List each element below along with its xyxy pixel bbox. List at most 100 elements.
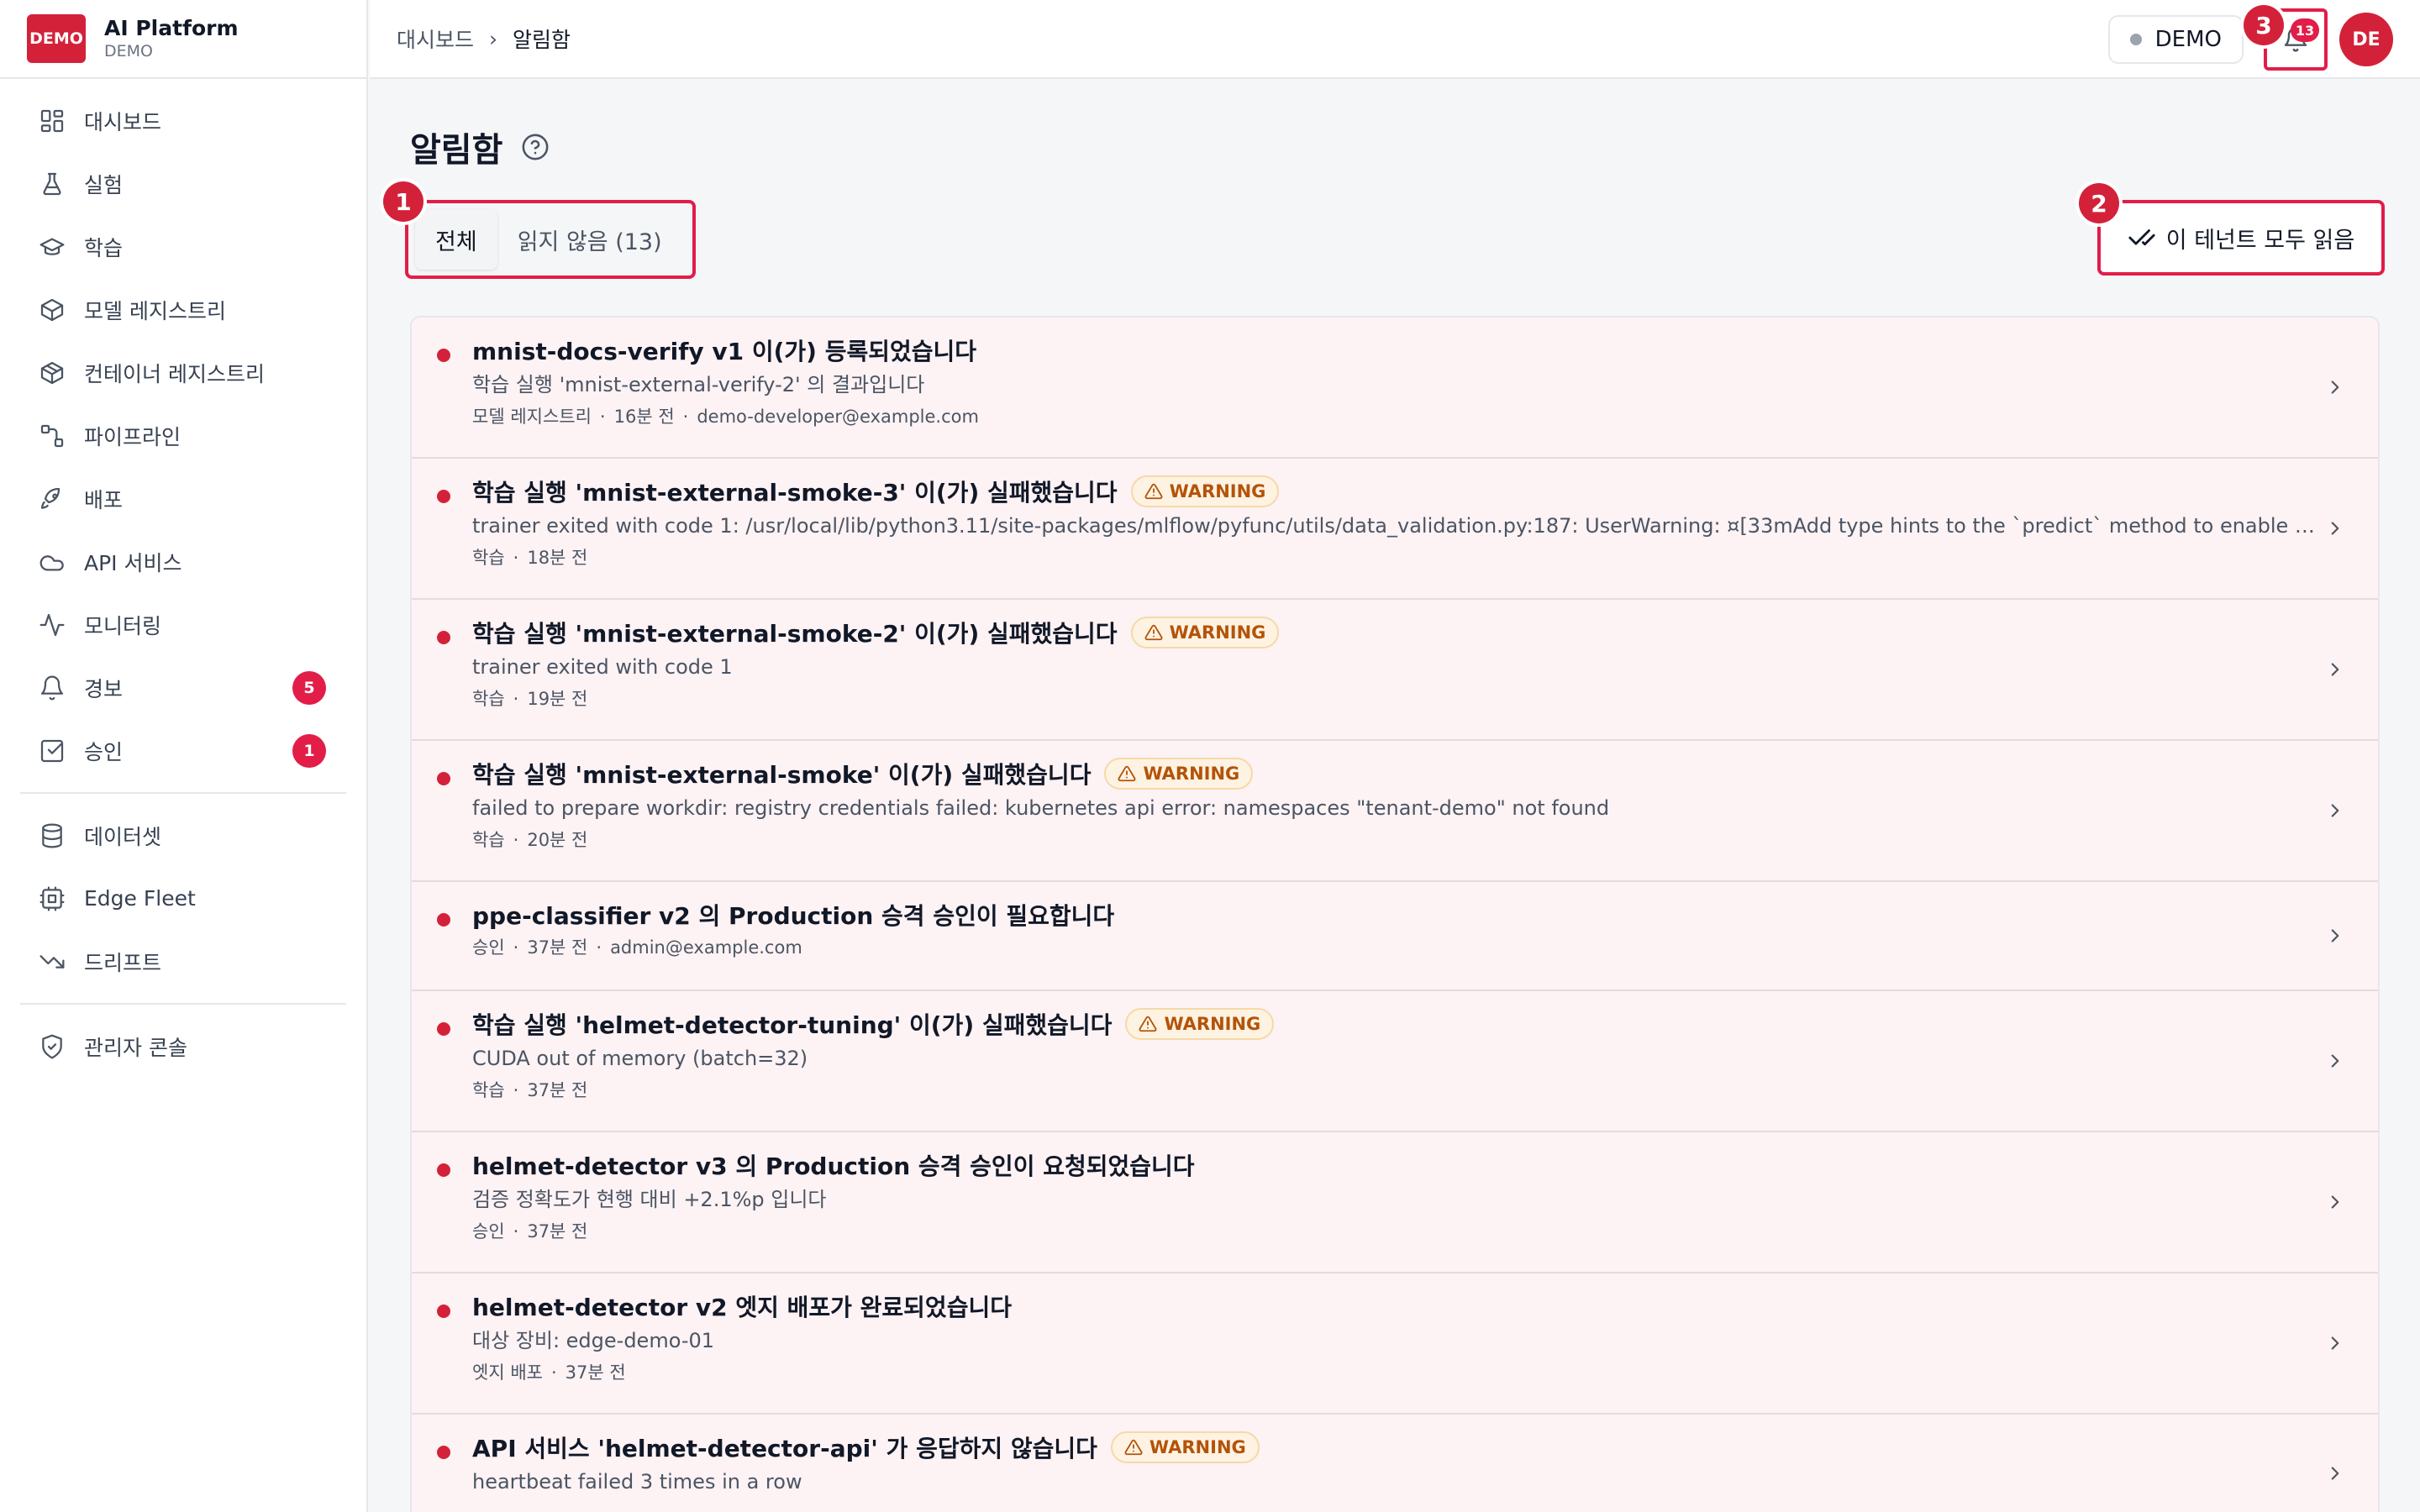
chevron-right-icon[interactable]: [2324, 1332, 2346, 1354]
sidebar-item-label: 학습: [84, 235, 124, 260]
notification-description: 검증 정확도가 현행 대비 +2.1%p 입니다: [472, 1188, 827, 1211]
sidebar-item-label: 드리프트: [84, 950, 162, 975]
chevron-right-icon[interactable]: [2324, 1462, 2346, 1484]
dashboard-icon: [39, 108, 66, 134]
notification-title-line: helmet-detector v3 의 Production 승격 승인이 요…: [472, 1147, 2317, 1183]
sidebar-item-label: 배포: [84, 487, 124, 512]
sidebar-item-trending-down[interactable]: 드리프트: [20, 930, 346, 993]
notification-title: 학습 실행 'mnist-external-smoke-3' 이(가) 실패했습…: [472, 479, 1118, 507]
sidebar-item-dashboard[interactable]: 대시보드: [20, 89, 346, 152]
sidebar-item-pipeline[interactable]: 파이프라인: [20, 404, 346, 467]
sidebar-item-boxes[interactable]: 컨테이너 레지스트리: [20, 341, 346, 404]
sidebar: DEMO AI Platform DEMO 대시보드실험학습모델 레지스트리 컨테…: [0, 0, 368, 1512]
page-header: 알림함: [410, 123, 550, 171]
notification-list: mnist-docs-verify v1 이(가) 등록되었습니다학습 실행 '…: [410, 316, 2380, 1512]
notification-meta: 승인 · 37분 전: [472, 1216, 2317, 1247]
notification-item[interactable]: helmet-detector v3 의 Production 승격 승인이 요…: [412, 1132, 2378, 1273]
breadcrumb-separator: ›: [489, 26, 498, 51]
sidebar-item-bell[interactable]: 경보 5: [20, 656, 346, 719]
unread-dot: [437, 1163, 450, 1177]
double-check-icon: [2128, 229, 2155, 246]
pipeline-icon: [39, 423, 66, 449]
notification-title: 학습 실행 'helmet-detector-tuning' 이(가) 실패했습…: [472, 1011, 1113, 1039]
graduation-cap-icon: [39, 234, 66, 260]
sidebar-item-edge-device[interactable]: Edge Fleet: [20, 867, 346, 930]
notification-title-line: 학습 실행 'mnist-external-smoke-3' 이(가) 실패했습…: [472, 474, 2317, 509]
sidebar-item-cloud[interactable]: API 서비스: [20, 530, 346, 593]
unread-dot: [437, 913, 450, 927]
chevron-right-icon[interactable]: [2324, 1191, 2346, 1213]
notification-title-line: mnist-docs-verify v1 이(가) 등록되었습니다: [472, 333, 2317, 368]
annotation-marker-1: 1: [383, 181, 424, 222]
warning-badge-label: WARNING: [1149, 1437, 1246, 1457]
notification-item[interactable]: helmet-detector v2 엣지 배포가 완료되었습니다 대상 장비: …: [412, 1273, 2378, 1415]
topbar: 대시보드 › 알림함 DEMO 13 DE: [370, 0, 2420, 79]
sidebar-item-label: 데이터셋: [84, 824, 162, 849]
meta-field: 37분 전: [527, 937, 588, 958]
warning-icon: [1139, 1015, 1164, 1033]
brand-logo: DEMO: [27, 14, 86, 63]
mark-all-read-button[interactable]: 이 테넌트 모두 읽음: [2097, 200, 2385, 276]
boxes-icon: [39, 360, 66, 386]
sidebar-item-label: Edge Fleet: [84, 886, 196, 911]
sidebar-item-graduation-cap[interactable]: 학습: [20, 215, 346, 278]
sidebar-item-activity[interactable]: 모니터링: [20, 593, 346, 656]
warning-badge: WARNING: [1125, 1008, 1275, 1040]
notification-title-line: 학습 실행 'helmet-detector-tuning' 이(가) 실패했습…: [472, 1006, 2317, 1042]
sidebar-item-shield[interactable]: 관리자 콘솔: [20, 1015, 346, 1078]
notification-description: trainer exited with code 1: /usr/local/l…: [472, 514, 2317, 538]
check-square-icon: [39, 738, 66, 764]
annotation-marker-2: 2: [2079, 183, 2119, 223]
sidebar-item-check-square[interactable]: 승인 1: [20, 719, 346, 782]
notification-title: API 서비스 'helmet-detector-api' 가 응답하지 않습니…: [472, 1435, 1097, 1462]
nav-section: 대시보드실험학습모델 레지스트리 컨테이너 레지스트리 파이프라인배포 API 서비스…: [20, 79, 346, 792]
edge-device-icon: [39, 885, 66, 912]
warning-badge: WARNING: [1130, 475, 1280, 507]
help-icon[interactable]: [521, 133, 550, 161]
sidebar-item-rocket[interactable]: 배포: [20, 467, 346, 530]
tab-all[interactable]: 전체: [415, 209, 497, 270]
notification-item[interactable]: 학습 실행 'helmet-detector-tuning' 이(가) 실패했습…: [412, 991, 2378, 1132]
filter-tabs: 전체 읽지 않음 (13): [405, 200, 696, 279]
activity-icon: [39, 612, 66, 638]
sidebar-item-cube[interactable]: 모델 레지스트리: [20, 278, 346, 341]
chevron-right-icon[interactable]: [2324, 517, 2346, 539]
warning-badge-label: WARNING: [1169, 622, 1266, 643]
meta-separator: ·: [513, 830, 519, 850]
brand-sub: DEMO: [104, 42, 153, 60]
notification-item[interactable]: 학습 실행 'mnist-external-smoke' 이(가) 실패했습니다…: [412, 741, 2378, 882]
notification-item[interactable]: API 서비스 'helmet-detector-api' 가 응답하지 않습니…: [412, 1415, 2378, 1512]
sidebar-item-label: 실험: [84, 172, 124, 197]
warning-badge: WARNING: [1104, 758, 1254, 790]
notification-count-badge: 13: [2291, 18, 2319, 42]
notification-title: ppe-classifier v2 의 Production 승격 승인이 필요…: [472, 902, 1115, 930]
notification-title-line: API 서비스 'helmet-detector-api' 가 응답하지 않습니…: [472, 1430, 2317, 1465]
meta-field: 16분 전: [613, 407, 675, 427]
nav-section: 관리자 콘솔: [20, 1003, 346, 1088]
shield-icon: [39, 1033, 66, 1060]
cube-icon: [39, 297, 66, 323]
notification-item[interactable]: ppe-classifier v2 의 Production 승격 승인이 필요…: [412, 882, 2378, 991]
sidebar-item-flask[interactable]: 실험: [20, 152, 346, 215]
sidebar-item-database[interactable]: 데이터셋: [20, 804, 346, 867]
chevron-right-icon[interactable]: [2324, 925, 2346, 947]
notification-item[interactable]: 학습 실행 'mnist-external-smoke-3' 이(가) 실패했습…: [412, 459, 2378, 600]
notification-title-line: helmet-detector v2 엣지 배포가 완료되었습니다: [472, 1289, 2317, 1324]
chevron-right-icon[interactable]: [2324, 800, 2346, 822]
notification-item[interactable]: 학습 실행 'mnist-external-smoke-2' 이(가) 실패했습…: [412, 600, 2378, 741]
notification-meta: 모델 레지스트리 · 16분 전 · demo-developer@example.co…: [472, 402, 2317, 432]
user-avatar[interactable]: DE: [2339, 13, 2393, 66]
tab-unread[interactable]: 읽지 않음 (13): [497, 209, 682, 270]
breadcrumb-home-link[interactable]: 대시보드: [397, 24, 474, 54]
notification-description: CUDA out of memory (batch=32): [472, 1047, 808, 1070]
warning-icon: [1144, 623, 1170, 642]
brand[interactable]: DEMO AI Platform DEMO: [0, 0, 366, 79]
warning-badge-label: WARNING: [1143, 764, 1240, 784]
chevron-right-icon[interactable]: [2324, 659, 2346, 680]
chevron-right-icon[interactable]: [2324, 376, 2346, 398]
chevron-right-icon[interactable]: [2324, 1050, 2346, 1072]
notification-item[interactable]: mnist-docs-verify v1 이(가) 등록되었습니다 학습 실행 '…: [412, 318, 2378, 459]
breadcrumb-current: 알림함: [513, 28, 571, 52]
tenant-selector[interactable]: DEMO: [2107, 15, 2244, 64]
unread-dot: [437, 349, 450, 362]
